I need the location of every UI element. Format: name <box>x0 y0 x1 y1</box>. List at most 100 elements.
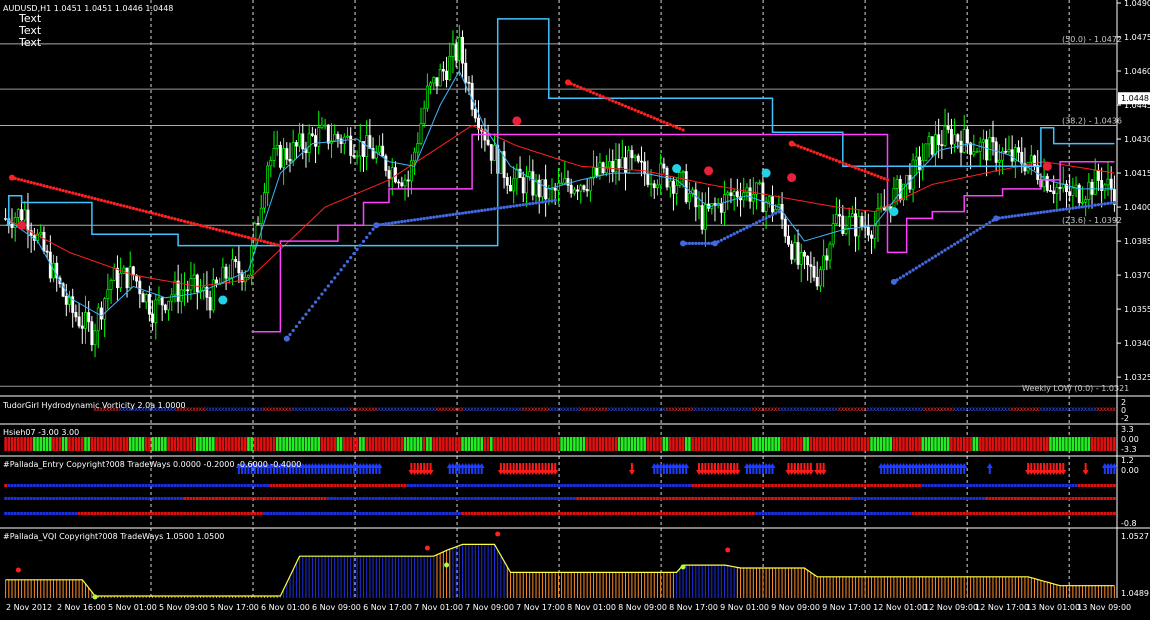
entry-band-segment <box>410 484 413 487</box>
candle-body <box>735 191 739 198</box>
entry-band-segment <box>972 484 976 487</box>
entry-band-segment <box>173 512 177 515</box>
blue-trail-dot <box>515 204 519 208</box>
entry-band-segment <box>400 484 404 487</box>
entry-band-segment <box>815 512 819 515</box>
entry-band-segment <box>416 512 420 515</box>
red-trail-dot <box>163 214 167 219</box>
entry-band-segment <box>854 497 857 500</box>
time-tick-label: 2 Nov 2012 <box>6 603 52 612</box>
entry-band-segment <box>378 484 381 487</box>
chart-canvas[interactable]: (50.0) - 1.0472(38.2) - 1.0436(23.6) - 1… <box>0 0 1150 616</box>
entry-band-segment <box>997 497 1001 500</box>
red-trail-dot <box>828 156 832 160</box>
entry-band-segment <box>572 484 576 487</box>
entry-band-segment <box>144 484 148 487</box>
blue-trail-dot <box>352 251 356 256</box>
blue-trail-dot <box>313 300 318 304</box>
red-trail-dot <box>157 213 161 217</box>
blue-trail-dot <box>307 308 311 312</box>
entry-band-segment <box>448 497 452 500</box>
entry-band-segment <box>908 497 912 500</box>
red-trail-dot <box>109 201 113 205</box>
candle-body <box>518 168 522 178</box>
hsieh-bar <box>509 437 512 451</box>
entry-band-segment <box>531 512 535 515</box>
candle-body <box>847 216 851 229</box>
entry-band-segment <box>480 484 484 487</box>
entry-band-segment <box>681 512 685 515</box>
entry-band-segment <box>739 497 742 500</box>
entry-band-segment <box>940 484 944 487</box>
hsieh-bar <box>726 437 730 451</box>
hsieh-bar <box>266 437 269 451</box>
entry-band-segment <box>394 497 397 500</box>
entry-band-segment <box>850 484 854 487</box>
entry-band-segment <box>346 497 349 500</box>
entry-band-segment <box>617 512 621 515</box>
entry-band-segment <box>55 497 59 500</box>
candle-body <box>943 125 947 146</box>
candle-body <box>1103 184 1107 191</box>
entry-band-segment <box>256 512 260 515</box>
entry-band-segment <box>90 512 94 515</box>
blue-trail-dot <box>518 203 522 207</box>
blue-trail-start <box>680 240 687 247</box>
entry-band-segment <box>675 484 679 487</box>
red-trail-dot <box>189 221 193 225</box>
candle-body <box>387 170 391 179</box>
hsieh-bar <box>739 437 742 451</box>
entry-band-segment <box>806 497 810 500</box>
blue-trail-dot <box>403 219 407 223</box>
entry-band-segment <box>898 497 902 500</box>
entry-band-segment <box>531 484 535 487</box>
entry-band-segment <box>45 512 49 515</box>
candle-body <box>927 136 931 145</box>
entry-band-segment <box>668 484 672 487</box>
entry-band-segment <box>100 484 103 487</box>
red-trail-dot <box>182 219 187 223</box>
entry-band-segment <box>672 484 675 487</box>
entry-band-segment <box>502 512 506 515</box>
red-trail-dot <box>205 225 209 229</box>
entry-band-segment <box>966 484 969 487</box>
red-trail-dot <box>595 92 599 96</box>
entry-band-segment <box>694 484 698 487</box>
candle-body <box>237 261 241 274</box>
hsieh-bar <box>448 437 452 451</box>
hsieh-bar <box>58 437 62 451</box>
entry-band-segment <box>592 512 595 515</box>
entry-band-segment <box>831 484 835 487</box>
entry-band-segment <box>656 484 659 487</box>
hsieh-bar <box>662 437 666 451</box>
entry-band-segment <box>828 512 832 515</box>
hsieh-bar <box>809 437 813 451</box>
entry-band-segment <box>646 484 650 487</box>
entry-band-segment <box>116 484 119 487</box>
entry-band-segment <box>243 497 247 500</box>
entry-band-segment <box>45 497 49 500</box>
hsieh-bar <box>109 437 113 451</box>
entry-band-segment <box>499 512 503 515</box>
entry-band-segment <box>93 512 97 515</box>
hsieh-bar <box>633 437 637 451</box>
candle-body <box>64 295 68 305</box>
entry-band-segment <box>924 497 928 500</box>
blue-trail-dot <box>1007 215 1011 219</box>
candle-body <box>189 278 193 291</box>
candle-body <box>662 163 666 169</box>
entry-band-segment <box>604 484 608 487</box>
blue-trail-dot <box>694 241 698 245</box>
entry-band-segment <box>835 512 838 515</box>
entry-band-segment <box>23 484 27 487</box>
blue-trail-dot <box>499 206 503 210</box>
hsieh-bar <box>279 437 282 451</box>
candle-body <box>163 304 167 311</box>
blue-trail-dot <box>770 213 775 217</box>
entry-band-segment <box>557 484 560 487</box>
hsieh-bar <box>828 437 832 451</box>
entry-band-segment <box>250 484 254 487</box>
red-trail-dot <box>885 178 890 182</box>
entry-band-segment <box>400 497 404 500</box>
red-trail-dot <box>224 230 228 234</box>
